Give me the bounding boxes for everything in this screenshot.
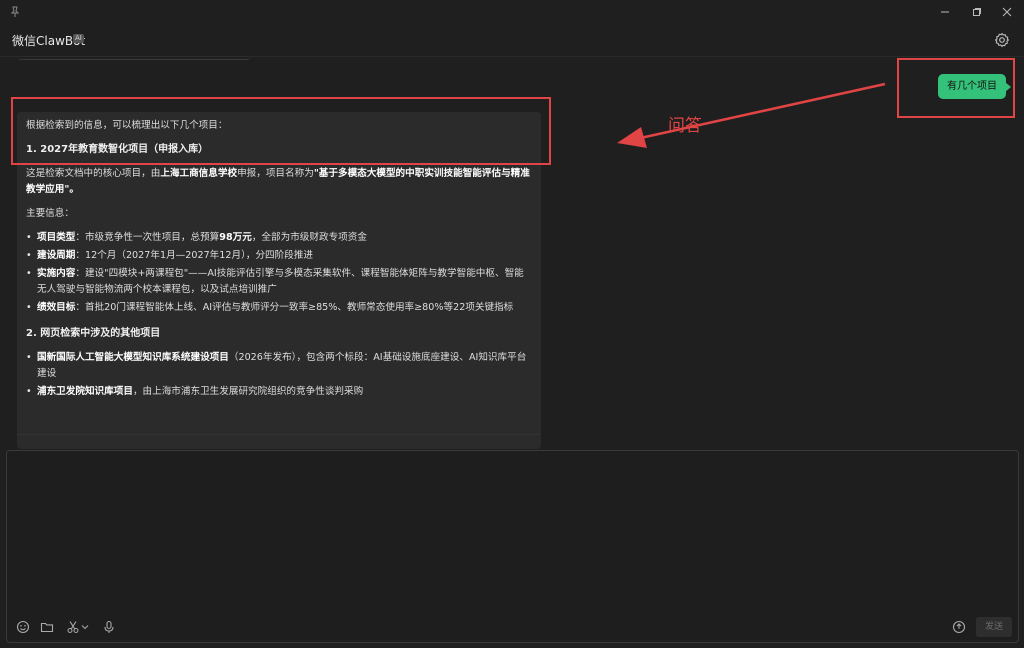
list-item: 实施内容：建设"四模块+两课程包"——AI技能评估引擎与多模态采集软件、课程智能… <box>26 266 531 298</box>
gear-icon[interactable] <box>994 32 1010 48</box>
close-icon[interactable] <box>992 2 1022 22</box>
bot-icon[interactable] <box>951 619 967 635</box>
list-item: 国新国际人工智能大模型知识库系统建设项目（2026年发布），包含两个标段：AI基… <box>26 350 531 382</box>
restore-icon[interactable] <box>962 2 992 22</box>
pin-icon[interactable] <box>8 4 22 18</box>
folder-icon[interactable] <box>39 619 55 635</box>
ai-badge: AI <box>73 34 84 43</box>
main-info-label: 主要信息： <box>26 208 74 219</box>
message-input-area[interactable]: 发送 <box>6 450 1019 643</box>
scissors-icon[interactable] <box>65 619 81 635</box>
list-item: 项目类型：市级竞争性一次性项目，总预算98万元，全部为市级财政专项资金 <box>26 230 531 246</box>
annotation-box-question <box>897 58 1015 118</box>
chat-header: 微信ClawBot AI <box>0 24 1024 57</box>
minimize-icon[interactable] <box>930 2 960 22</box>
title-bar <box>0 0 1024 24</box>
emoji-icon[interactable] <box>15 619 31 635</box>
section2-list: 国新国际人工智能大模型知识库系统建设项目（2026年发布），包含两个标段：AI基… <box>26 350 531 400</box>
section2-heading: 2. 网页检索中涉及的其他项目 <box>26 328 161 339</box>
list-item: 建设周期：12个月（2027年1月—2027年12月），分四阶段推进 <box>26 248 531 264</box>
section1-list: 项目类型：市级竞争性一次性项目，总预算98万元，全部为市级财政专项资金 建设周期… <box>26 230 531 316</box>
section1-paragraph: 这是检索文档中的核心项目，由上海工商信息学校申报，项目名称为"基于多模态大模型的… <box>26 168 530 195</box>
card-divider <box>17 434 541 435</box>
annotation-label: 问答 <box>668 116 702 136</box>
mic-icon[interactable] <box>101 619 117 635</box>
annotation-box-answer <box>11 97 551 165</box>
list-item: 绩效目标：首批20门课程智能体上线、AI评估与教师评分一致率≥85%、教师常态使… <box>26 300 531 316</box>
list-item: 浦东卫发院知识库项目，由上海市浦东卫生发展研究院组织的竞争性谈判采购 <box>26 384 531 400</box>
send-button[interactable]: 发送 <box>976 617 1012 637</box>
previous-message-edge <box>18 57 250 60</box>
chevron-down-icon[interactable] <box>80 619 90 635</box>
